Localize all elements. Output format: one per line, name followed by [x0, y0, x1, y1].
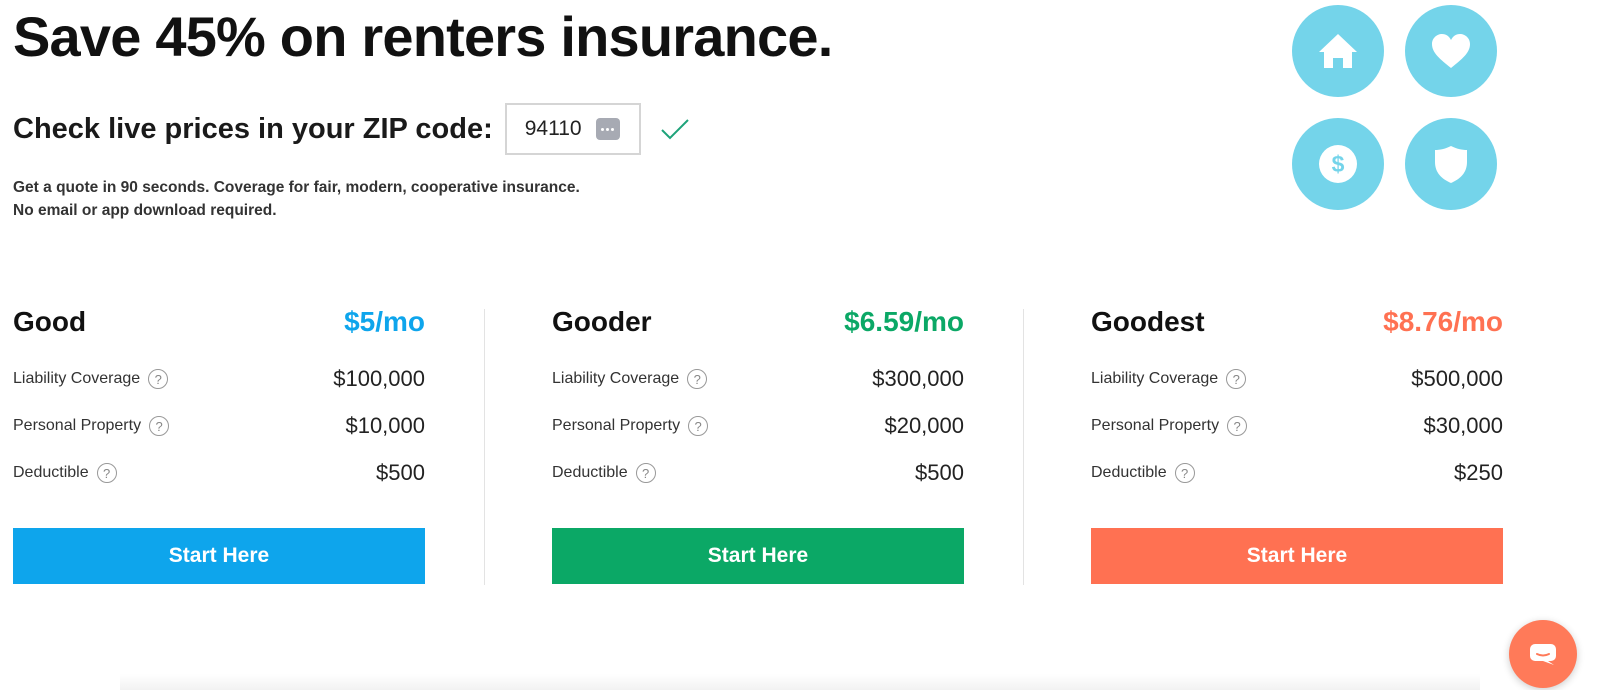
- help-icon[interactable]: ?: [96, 463, 117, 483]
- svg-text:$: $: [1332, 151, 1345, 177]
- subcopy-line-1: Get a quote in 90 seconds. Coverage for …: [13, 179, 580, 196]
- heart-icon: [1405, 5, 1497, 97]
- bottom-fade: [120, 674, 1480, 690]
- zip-code-input[interactable]: 94110: [504, 103, 641, 155]
- plan-name: Goodest: [1091, 306, 1205, 337]
- coverage-label: Liability Coverage: [1091, 370, 1219, 387]
- help-icon[interactable]: ?: [1226, 369, 1247, 389]
- coverage-row: Deductible? $500: [13, 459, 425, 487]
- plan-name: Good: [13, 306, 87, 337]
- dollar-icon: $: [1292, 118, 1384, 210]
- coverage-label: Personal Property: [1091, 417, 1220, 434]
- checkmark-icon: [659, 116, 691, 142]
- help-icon[interactable]: ?: [149, 416, 170, 436]
- zip-code-value[interactable]: 94110: [525, 117, 582, 141]
- plan-name: Gooder: [552, 306, 652, 337]
- coverage-label: Liability Coverage: [552, 370, 680, 387]
- coverage-value: $300,000: [872, 366, 964, 391]
- autofill-dots-icon[interactable]: [595, 118, 620, 140]
- coverage-row: Liability Coverage? $500,000: [1091, 365, 1503, 393]
- divider: [484, 309, 485, 585]
- coverage-label: Deductible: [1091, 464, 1167, 481]
- coverage-row: Personal Property? $30,000: [1091, 412, 1503, 440]
- plan-price: $5/mo: [344, 306, 425, 337]
- help-icon[interactable]: ?: [148, 369, 169, 389]
- coverage-row: Personal Property? $10,000: [13, 412, 425, 440]
- coverage-label: Personal Property: [13, 417, 142, 434]
- coverage-value: $100,000: [333, 366, 425, 391]
- coverage-value: $30,000: [1423, 413, 1503, 438]
- zip-row: Check live prices in your ZIP code: 9411…: [13, 102, 691, 156]
- plan-price: $8.76/mo: [1383, 306, 1503, 337]
- chat-icon: [1530, 644, 1556, 665]
- coverage-label: Liability Coverage: [13, 370, 141, 387]
- plan-price: $6.59/mo: [844, 306, 964, 337]
- subcopy: Get a quote in 90 seconds. Coverage for …: [13, 176, 693, 222]
- coverage-value: $500,000: [1411, 366, 1503, 391]
- coverage-row: Liability Coverage? $100,000: [13, 365, 425, 393]
- start-here-button-good[interactable]: Start Here: [13, 528, 425, 584]
- coverage-row: Personal Property? $20,000: [552, 412, 964, 440]
- help-icon[interactable]: ?: [635, 463, 656, 483]
- start-here-button-goodest[interactable]: Start Here: [1091, 528, 1503, 584]
- coverage-label: Personal Property: [552, 417, 681, 434]
- divider: [1023, 309, 1024, 585]
- coverage-row: Liability Coverage? $300,000: [552, 365, 964, 393]
- coverage-row: Deductible? $250: [1091, 459, 1503, 487]
- help-icon[interactable]: ?: [688, 416, 709, 436]
- coverage-value: $20,000: [884, 413, 964, 438]
- coverage-row: Deductible? $500: [552, 459, 964, 487]
- shield-icon: [1405, 118, 1497, 210]
- coverage-label: Deductible: [552, 464, 628, 481]
- plan-gooder: Gooder $6.59/mo Liability Coverage? $300…: [552, 306, 964, 584]
- page-title: Save 45% on renters insurance.: [13, 5, 833, 68]
- start-here-button-gooder[interactable]: Start Here: [552, 528, 964, 584]
- zip-label: Check live prices in your ZIP code:: [13, 112, 493, 145]
- coverage-value: $500: [915, 460, 964, 485]
- plan-goodest: Goodest $8.76/mo Liability Coverage? $50…: [1091, 306, 1503, 584]
- coverage-value: $500: [376, 460, 425, 485]
- subcopy-line-2: No email or app download required.: [13, 202, 277, 219]
- help-icon[interactable]: ?: [687, 369, 708, 389]
- coverage-value: $250: [1454, 460, 1503, 485]
- chat-launcher-button[interactable]: [1509, 620, 1577, 688]
- coverage-value: $10,000: [345, 413, 425, 438]
- help-icon[interactable]: ?: [1174, 463, 1195, 483]
- help-icon[interactable]: ?: [1227, 416, 1248, 436]
- plan-good: Good $5/mo Liability Coverage? $100,000 …: [13, 306, 425, 584]
- home-icon: [1292, 5, 1384, 97]
- coverage-label: Deductible: [13, 464, 89, 481]
